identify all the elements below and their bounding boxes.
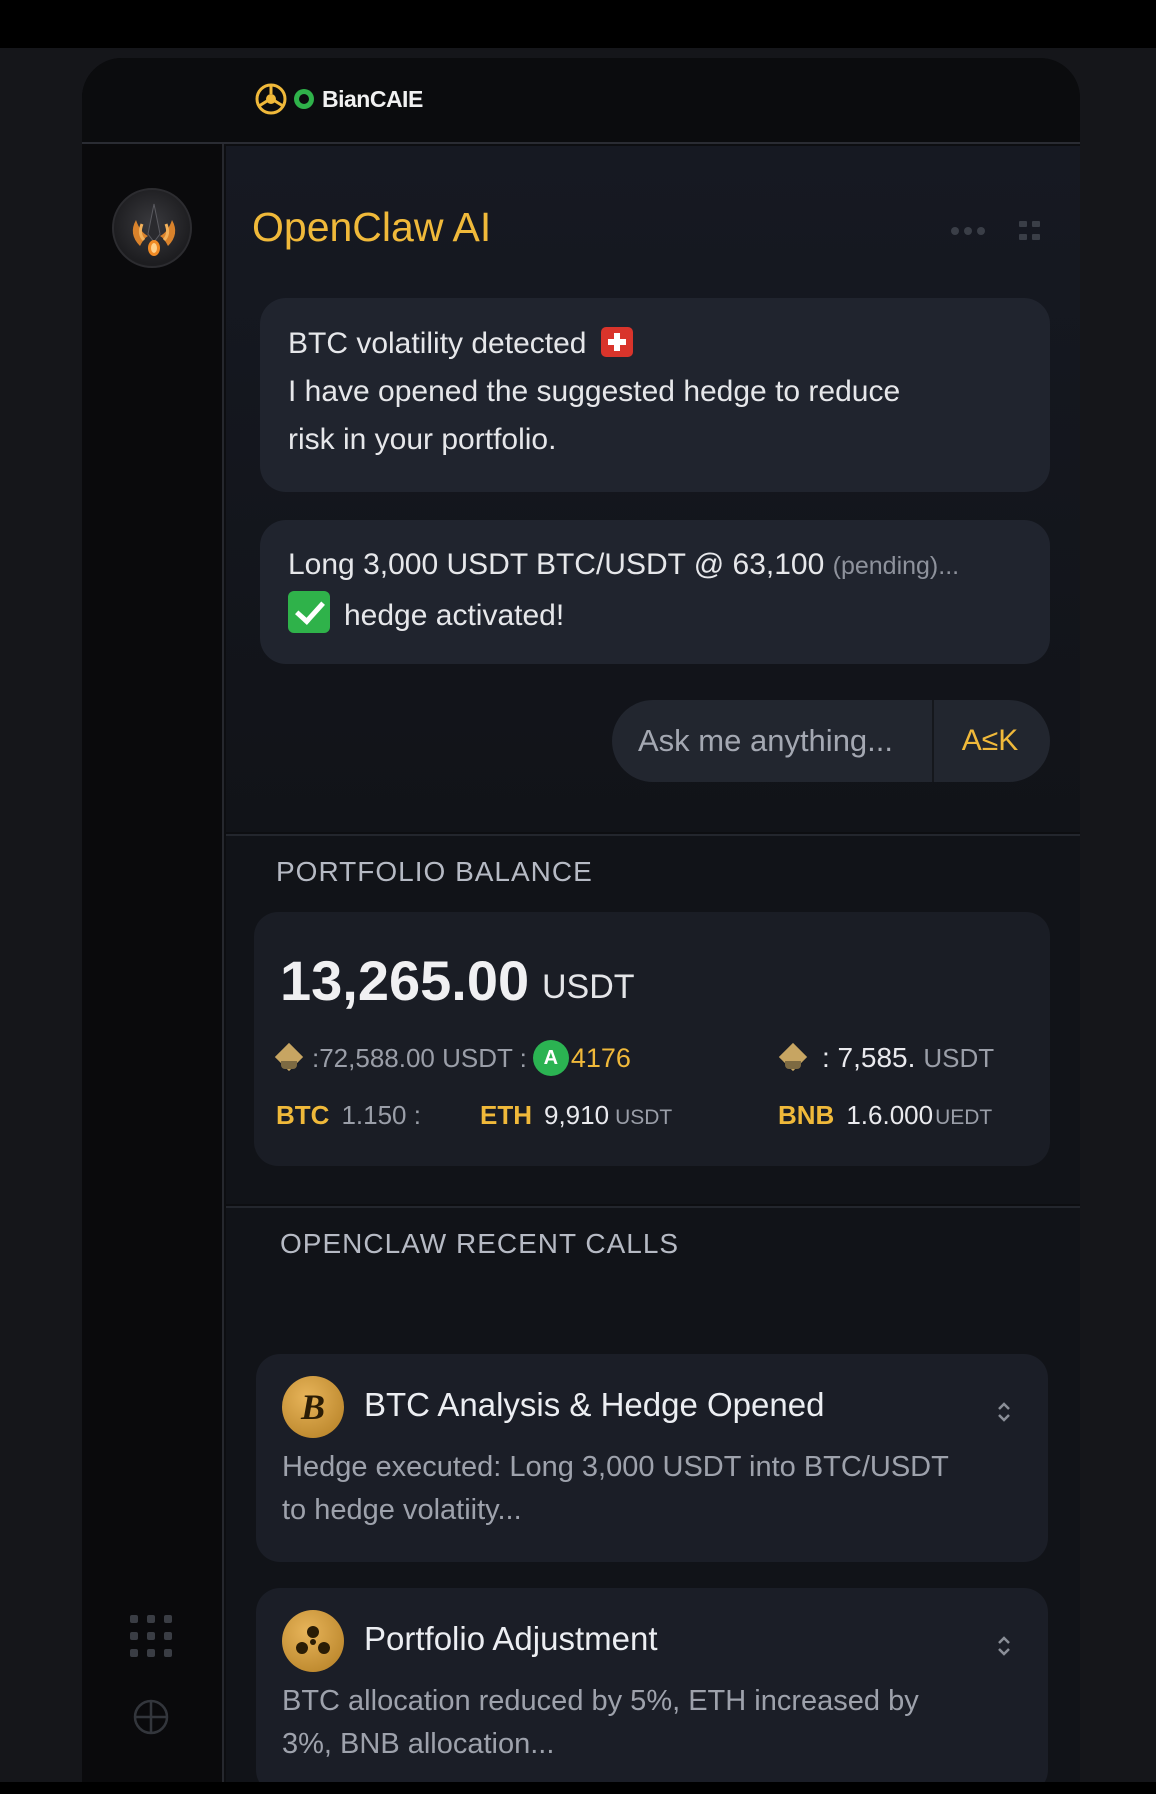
call-card[interactable]: Portfolio Adjustment BTC allocation redu… [256, 1588, 1048, 1782]
checkmark-icon [288, 591, 330, 633]
balance-row: :72,588.00 USDT : Α 4176 [274, 1038, 631, 1078]
expand-chevron-icon[interactable] [996, 1400, 1012, 1424]
section-title: PORTFOLIO BALANCE [276, 856, 593, 887]
call-title: Portfolio Adjustment [364, 1620, 658, 1657]
apps-grid-icon[interactable] [128, 1613, 174, 1659]
call-body: BTC allocation reduced by 5%, ETH increa… [282, 1680, 1022, 1766]
call-body-line: to hedge volatiity... [282, 1494, 522, 1526]
order-status: (pending)... [832, 552, 960, 580]
ask-input[interactable] [612, 700, 932, 782]
balance-row: : 7,585. USDT [778, 1038, 994, 1078]
balance-value: 4176 [570, 1042, 631, 1073]
alert-flag-icon [600, 327, 633, 357]
left-rail [82, 58, 224, 1782]
status-bar [0, 0, 1156, 48]
message-text: risk in your portfolio. [288, 423, 557, 456]
holding-symbol: BNB [778, 1100, 835, 1130]
holding-symbol: ETH [480, 1100, 532, 1130]
ask-button[interactable]: A≤K [934, 700, 1046, 782]
message-line: Long 3,000 USDT BTC/USDT @ 63,100 (pendi… [288, 540, 1022, 591]
call-body-line: BTC allocation reduced by 5%, ETH increa… [282, 1685, 919, 1717]
ai-message-order: Long 3,000 USDT BTC/USDT @ 63,100 (pendi… [260, 520, 1050, 664]
app-window: BianCAIE OpenClaw AI BTC volatility dete… [82, 58, 1080, 1782]
holding-bnb[interactable]: BNB 1.6.000 UEDT [778, 1100, 992, 1136]
holding-amount: 1.6.000 [846, 1100, 934, 1130]
balance-unit: USDT [923, 1042, 995, 1073]
holding-unit: UEDT [935, 1106, 993, 1129]
holding-symbol: BTC [276, 1100, 330, 1130]
message-line: BTC volatility detected [288, 320, 1022, 368]
chat-panel: OpenClaw AI BTC volatility detected I ha… [226, 146, 1080, 832]
asset-badge-icon: Α [532, 1040, 569, 1076]
top-header: BianCAIE [82, 58, 1080, 144]
brand-circle-icon [255, 83, 287, 115]
confirmation-text: hedge activated! [344, 599, 565, 632]
bottom-bar [0, 1782, 1156, 1794]
balance-card[interactable]: 13,265.00 USDT :72,588.00 USDT : Α 4176 … [254, 912, 1050, 1166]
claw-avatar[interactable] [112, 188, 192, 268]
total-balance: 13,265.00 [280, 949, 530, 1012]
fan-icon [296, 1626, 330, 1654]
claw-icon [132, 203, 176, 256]
message-line: hedge activated! [288, 591, 1022, 641]
message-text: I have opened the suggested hedge to red… [288, 375, 901, 408]
call-body-line: 3%, BNB allocation... [282, 1728, 555, 1760]
brand[interactable]: BianCAIE [254, 80, 423, 118]
asset-diamond-icon [778, 1043, 808, 1073]
globe-icon[interactable] [132, 1698, 170, 1736]
bitcoin-icon: B [282, 1376, 344, 1438]
asset-diamond-icon [274, 1043, 304, 1073]
page-title: OpenClaw AI [252, 204, 492, 250]
call-title: BTC Analysis & Hedge Opened [364, 1386, 825, 1423]
order-text: Long 3,000 USDT BTC/USDT @ 63,100 [288, 548, 825, 581]
holding-unit: USDT [615, 1106, 673, 1129]
ask-box: A≤K [612, 700, 1050, 782]
expand-chevron-icon[interactable] [996, 1634, 1012, 1658]
balance-value: :72,588.00 USDT : [312, 1042, 527, 1073]
section-title: OPENCLAW RECENT CALLS [280, 1228, 680, 1259]
call-body: Hedge executed: Long 3,000 USDT into BTC… [282, 1446, 1022, 1532]
more-dots-icon[interactable] [950, 226, 986, 236]
balance-value: : 7,585. [822, 1042, 916, 1073]
total-balance-unit: USDT [542, 968, 635, 1006]
recent-calls-section: OPENCLAW RECENT CALLS B BTC Analysis & H… [226, 1206, 1080, 1782]
holding-amount: 1.150 : [341, 1100, 421, 1130]
layout-grid-icon[interactable] [1018, 220, 1042, 242]
holding-eth[interactable]: ETH 9,910 USDT [480, 1100, 672, 1136]
shield-logo-icon [294, 89, 314, 109]
call-body-line: Hedge executed: Long 3,000 USDT into BTC… [282, 1451, 949, 1483]
holding-btc[interactable]: BTC 1.150 : [276, 1100, 421, 1136]
call-card[interactable]: B BTC Analysis & Hedge Opened Hedge exec… [256, 1354, 1048, 1562]
brand-name: BianCAIE [322, 85, 423, 112]
portfolio-section: PORTFOLIO BALANCE 13,265.00 USDT :72,588… [226, 834, 1080, 1204]
holding-amount: 9,910 [544, 1100, 610, 1130]
ai-message-volatility: BTC volatility detected I have opened th… [260, 298, 1050, 492]
portfolio-fan-icon [282, 1610, 344, 1672]
message-text: BTC volatility detected [288, 327, 587, 360]
